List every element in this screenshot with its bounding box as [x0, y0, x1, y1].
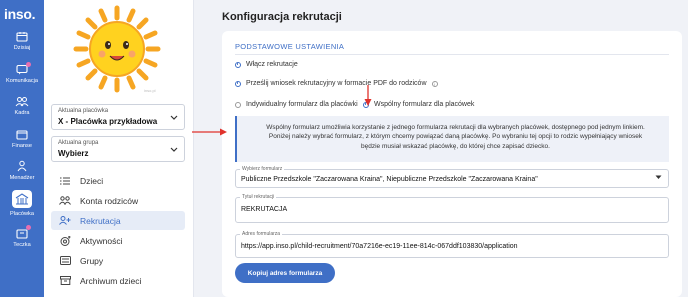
field-label: Wybierz formularz [240, 166, 285, 172]
field-label: Tytuł rekrutacji [240, 194, 277, 200]
manager-icon [15, 160, 29, 172]
note-line: Wspólny formularz umożliwia korzystanie … [266, 124, 645, 131]
people-icon [15, 95, 29, 107]
archive-icon [59, 276, 71, 285]
form-address-field[interactable]: Adres formularza https://app.inso.pl/chi… [235, 231, 669, 258]
wallet-icon [15, 128, 29, 140]
divider [235, 54, 669, 55]
option-label: Indywidualny formularz dla placówki [246, 101, 358, 108]
image-caption: inso.pl [144, 88, 156, 93]
sidebar: inso.pl Aktualna placówka X - Placówka p… [44, 0, 194, 297]
pdf-option[interactable]: Prześlij wniosek rekrutacyjny w formacie… [235, 80, 438, 87]
rail-label: Komunikacja [5, 78, 39, 84]
rail-label: Kadra [14, 110, 30, 116]
rail-label: Teczka [13, 242, 31, 248]
rail-label: Placówka [10, 211, 34, 217]
rail-item-communication[interactable]: Komunikacja [0, 62, 44, 84]
notification-dot [26, 62, 31, 67]
rail-label: Menadżer [9, 175, 35, 181]
chevron-down-icon [170, 146, 178, 155]
nav-label: Rekrutacja [80, 215, 121, 226]
app-rail: inso. Dzisiaj Komunikacja Kadra Finanse … [0, 0, 44, 297]
radio-button[interactable] [235, 61, 241, 68]
rail-label: Finanse [12, 143, 32, 149]
radio-button[interactable] [235, 101, 241, 108]
facility-select-label: Aktualna placówka [58, 108, 109, 114]
form-select[interactable]: Wybierz formularz Publiczne Przedszkole … [235, 166, 669, 188]
annotation-arrow-icon [192, 128, 227, 136]
info-note: Wspólny formularz umożliwia korzystanie … [235, 116, 669, 162]
settings-card: PODSTAWOWE USTAWIENIA Włącz rekrutacje P… [222, 31, 682, 297]
form-address-value: https://app.inso.pl/child-recruitment/70… [241, 243, 518, 250]
option-label: Wspólny formularz dla placówek [374, 101, 475, 108]
list-icon [59, 177, 71, 185]
nav-item-parent-accounts[interactable]: Konta rodziców [51, 191, 185, 210]
rail-item-today[interactable]: Dzisiaj [0, 30, 44, 51]
nav-item-activities[interactable]: Aktywności [51, 231, 185, 250]
rail-item-finance[interactable]: Finanse [0, 128, 44, 149]
group-select-value: Wybierz [58, 149, 89, 158]
field-label: Adres formularza [240, 231, 283, 237]
note-line: Poniżej należy wybrać formularz, z który… [268, 133, 643, 141]
recruitment-title-value: REKRUTACJA [241, 206, 288, 213]
info-icon[interactable]: i [431, 80, 438, 87]
nav-label: Konta rodziców [80, 195, 139, 206]
calendar-icon [15, 30, 29, 42]
group-select[interactable]: Aktualna grupa Wybierz [51, 136, 185, 162]
option-label: Włącz rekrutacje [246, 61, 298, 68]
individual-form-option[interactable]: Indywidualny formularz dla placówki [235, 101, 358, 108]
notification-dot [26, 225, 31, 230]
rail-item-staff[interactable]: Kadra [0, 95, 44, 116]
copy-address-button[interactable]: Kopiuj adres formularza [235, 263, 335, 283]
radio-button[interactable] [235, 80, 241, 87]
building-icon [12, 190, 32, 208]
app-logo[interactable]: inso. [4, 6, 35, 22]
page-title: Konfiguracja rekrutacji [222, 11, 342, 23]
section-title: PODSTAWOWE USTAWIENIA [235, 42, 345, 51]
rail-label: Dzisiaj [13, 45, 31, 51]
option-label: Prześlij wniosek rekrutacyjny w formacie… [246, 80, 427, 87]
rail-item-folder[interactable]: Teczka [0, 225, 44, 248]
facility-select[interactable]: Aktualna placówka X - Placówka przykłado… [51, 104, 185, 130]
recruitment-title-field[interactable]: Tytuł rekrutacji REKRUTACJA [235, 194, 669, 223]
nav-label: Dzieci [80, 175, 104, 186]
activities-icon [59, 235, 71, 246]
note-line: będzie musiał wskazać placówkę, do które… [361, 142, 550, 150]
rail-item-facility[interactable]: Placówka [0, 190, 44, 217]
shared-form-option[interactable]: Wspólny formularz dla placówek [363, 101, 474, 108]
rail-item-manager[interactable]: Menadżer [0, 160, 44, 181]
nav-item-children[interactable]: Dzieci [51, 171, 185, 190]
enable-recruitment-option[interactable]: Włącz rekrutacje [235, 61, 298, 68]
dropdown-arrow-icon [655, 175, 662, 182]
nav-label: Archiwum dzieci [80, 275, 142, 286]
nav-item-children-archive[interactable]: Archiwum dzieci [51, 271, 185, 290]
add-person-icon [59, 216, 71, 225]
nav-item-groups[interactable]: Grupy [51, 251, 185, 270]
nav-label: Grupy [80, 255, 104, 266]
facility-select-value: X - Placówka przykładowa [58, 117, 158, 126]
form-select-value: Publiczne Przedszkole "Zaczarowana Krain… [241, 176, 538, 183]
annotation-arrow-down-icon [364, 85, 372, 106]
nav-label: Aktywności [80, 235, 123, 246]
nav-item-recruitment[interactable]: Rekrutacja [51, 211, 185, 230]
group-select-label: Aktualna grupa [58, 140, 99, 146]
chevron-down-icon [170, 114, 178, 123]
groups-icon [59, 256, 71, 265]
sun-mascot-image [73, 5, 161, 93]
parents-icon [59, 196, 71, 205]
